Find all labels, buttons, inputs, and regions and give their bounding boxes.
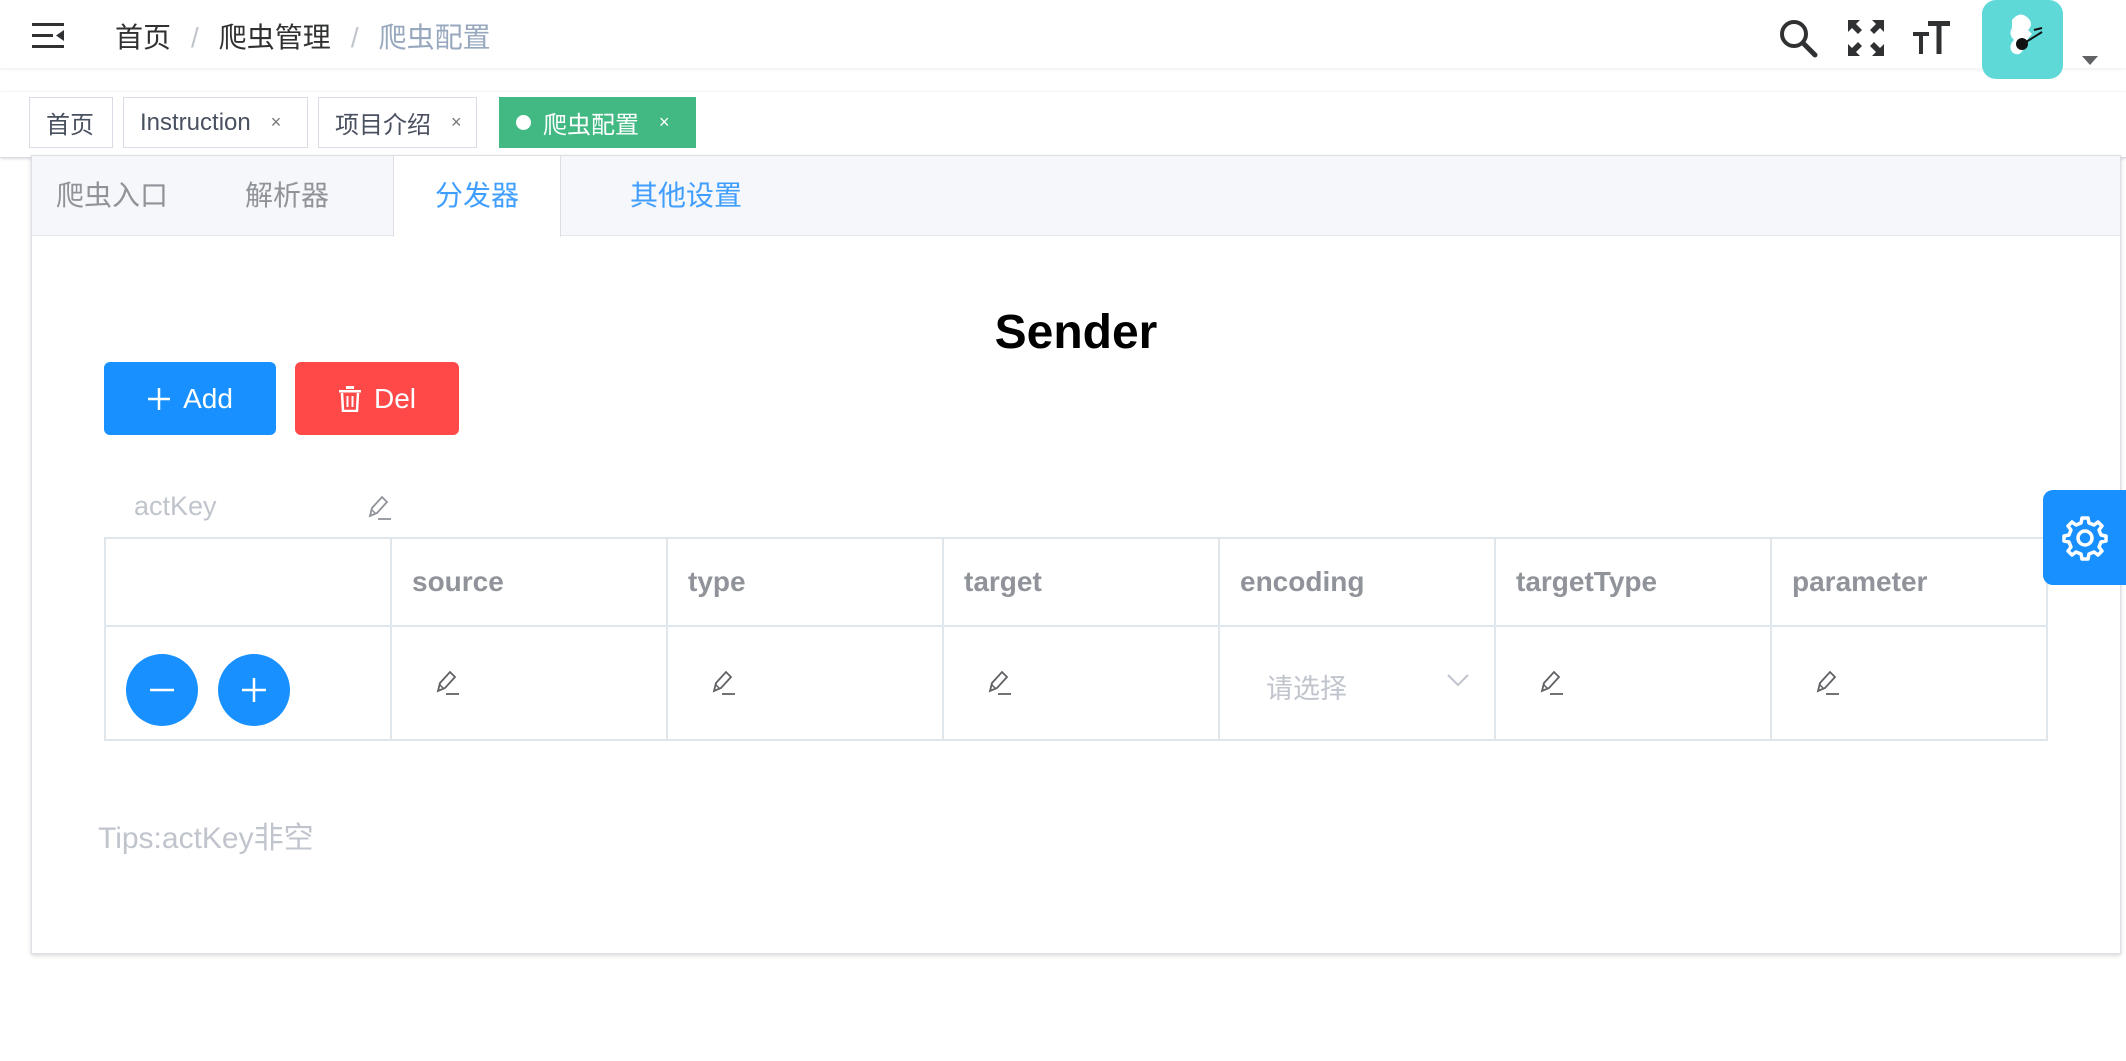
- breadcrumb-home[interactable]: 首页: [115, 18, 171, 58]
- navbar: 首页 / 爬虫管理 / 爬虫配置: [0, 0, 2126, 79]
- tag-label: 爬虫配置: [543, 112, 639, 139]
- tag-label: Instruction: [140, 108, 251, 136]
- plus-icon: [242, 678, 266, 702]
- table-row: 请选择: [104, 625, 2048, 741]
- avatar[interactable]: [1982, 0, 2063, 79]
- edit-icon: [1540, 670, 1563, 695]
- edit-icon: [988, 670, 1011, 695]
- tab-parser[interactable]: 解析器: [232, 156, 342, 236]
- column-header-encoding: encoding: [1218, 537, 1496, 627]
- add-button[interactable]: Add: [104, 362, 276, 435]
- remove-row-button[interactable]: [126, 654, 198, 726]
- add-button-label: Add: [183, 382, 233, 414]
- gear-icon: [2061, 515, 2108, 561]
- table-header-row: source type target encoding targetType p…: [104, 537, 2048, 627]
- chevron-down-icon: [1447, 674, 1469, 687]
- column-header-targettype: targetType: [1494, 537, 1772, 627]
- type-cell: [666, 625, 944, 741]
- target-cell: [942, 625, 1220, 741]
- tag-label: 项目介绍: [335, 112, 431, 139]
- tag-label: 首页: [46, 112, 94, 139]
- column-header-source: source: [390, 537, 668, 627]
- edit-icon: [1816, 670, 1839, 695]
- encoding-cell: 请选择: [1218, 625, 1496, 741]
- chevron-down-icon[interactable]: [2082, 56, 2098, 65]
- parameter-cell: [1770, 625, 2048, 741]
- edit-icon: [368, 495, 391, 520]
- encoding-select-placeholder: 请选择: [1266, 674, 1347, 704]
- tab-dispatcher[interactable]: 分发器: [393, 156, 561, 237]
- tag-home[interactable]: 首页: [29, 97, 113, 148]
- plus-icon: [148, 387, 171, 410]
- tag-project-intro[interactable]: 项目介绍 ×: [318, 97, 477, 148]
- search-icon[interactable]: [1778, 18, 1818, 58]
- config-card: 爬虫入口 解析器 分发器 其他设置 Sender Add Del actKey …: [31, 155, 2121, 954]
- delete-button-label: Del: [373, 382, 416, 414]
- breadcrumb-current: 爬虫配置: [378, 22, 491, 53]
- hamburger-icon[interactable]: [32, 22, 66, 50]
- font-size-icon[interactable]: [1912, 18, 1952, 58]
- row-actions-cell: [104, 625, 392, 741]
- tag-instruction[interactable]: Instruction ×: [123, 97, 308, 148]
- tab-other-settings[interactable]: 其他设置: [592, 156, 780, 236]
- close-icon[interactable]: ×: [659, 112, 670, 133]
- close-icon[interactable]: ×: [451, 112, 462, 133]
- trash-icon: [338, 385, 361, 412]
- breadcrumb-separator: /: [191, 22, 199, 53]
- fullscreen-icon[interactable]: [1846, 18, 1886, 58]
- breadcrumb: 首页 / 爬虫管理 / 爬虫配置: [115, 18, 491, 58]
- page-title: Sender: [994, 306, 1158, 359]
- tips-text: Tips:actKey非空: [98, 822, 314, 855]
- add-row-button[interactable]: [218, 654, 290, 726]
- breadcrumb-separator: /: [350, 22, 359, 53]
- edit-icon: [712, 670, 735, 695]
- tab-crawler-entry[interactable]: 爬虫入口: [32, 156, 192, 236]
- active-dot-icon: [516, 115, 531, 130]
- column-header-parameter: parameter: [1770, 537, 2048, 627]
- column-header-target: target: [942, 537, 1220, 627]
- source-cell: [390, 625, 668, 741]
- encoding-select[interactable]: 请选择: [1240, 655, 1480, 713]
- actkey-input[interactable]: [104, 476, 404, 536]
- tabs-header: 爬虫入口 解析器 分发器 其他设置: [32, 156, 2120, 237]
- edit-icon: [436, 670, 459, 695]
- targettype-cell: [1494, 625, 1772, 741]
- tags-view: 首页 Instruction × 项目介绍 × 爬虫配置 ×: [0, 92, 2126, 158]
- column-header-actions: [104, 537, 392, 627]
- column-header-type: type: [666, 537, 944, 627]
- close-icon[interactable]: ×: [271, 112, 282, 133]
- settings-button[interactable]: [2043, 490, 2126, 585]
- sender-table: source type target encoding targetType p…: [104, 537, 2048, 741]
- actkey-field: [104, 476, 404, 536]
- tag-crawler-config[interactable]: 爬虫配置 ×: [499, 97, 696, 148]
- breadcrumb-crawler-management[interactable]: 爬虫管理: [219, 18, 331, 58]
- minus-icon: [150, 688, 174, 692]
- delete-button[interactable]: Del: [295, 362, 459, 435]
